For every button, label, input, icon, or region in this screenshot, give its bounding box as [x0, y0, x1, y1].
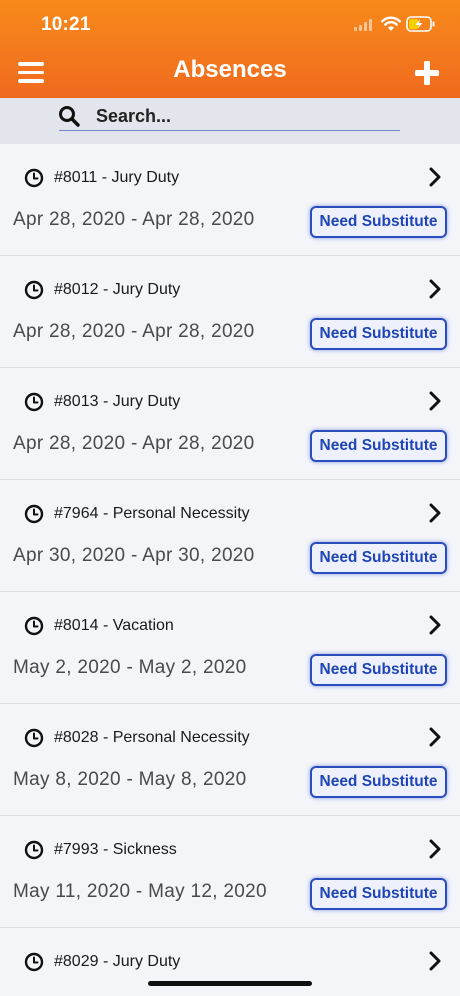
- chevron-right-icon[interactable]: [428, 503, 442, 523]
- clock-icon: [24, 280, 44, 300]
- clock-icon: [24, 392, 44, 412]
- need-substitute-badge[interactable]: Need Substitute: [310, 878, 447, 910]
- search-input[interactable]: [96, 104, 396, 128]
- clock-icon: [24, 168, 44, 188]
- absence-dates: Apr 28, 2020 - Apr 28, 2020: [13, 321, 255, 342]
- status-time: 10:21: [41, 14, 91, 35]
- absence-dates: May 2, 2020 - May 2, 2020: [13, 657, 247, 678]
- absence-dates: Apr 28, 2020 - Apr 28, 2020: [13, 209, 255, 230]
- status-bar: 10:21: [0, 0, 460, 48]
- absence-title: #8028 - Personal Necessity: [54, 729, 250, 746]
- clock-icon: [24, 616, 44, 636]
- absence-title: #8013 - Jury Duty: [54, 393, 181, 410]
- absence-title: #8011 - Jury Duty: [54, 169, 180, 186]
- search-underline: [59, 130, 400, 131]
- absence-dates: Apr 28, 2020 - Apr 28, 2020: [13, 433, 255, 454]
- cellular-signal-icon: [354, 19, 372, 31]
- chevron-right-icon[interactable]: [428, 839, 442, 859]
- page-title: Absences: [173, 56, 287, 83]
- need-substitute-badge[interactable]: Need Substitute: [310, 206, 447, 238]
- app-header: 10:21 Absences: [0, 0, 460, 98]
- absence-title: #8014 - Vacation: [54, 617, 174, 634]
- chevron-right-icon[interactable]: [428, 279, 442, 299]
- absence-row[interactable]: #7993 - Sickness May 11, 2020 - May 12, …: [0, 816, 460, 928]
- absence-title: #8012 - Jury Duty: [54, 281, 181, 298]
- chevron-right-icon[interactable]: [428, 167, 442, 187]
- need-substitute-badge[interactable]: Need Substitute: [310, 766, 447, 798]
- chevron-right-icon[interactable]: [428, 727, 442, 747]
- absence-row[interactable]: #8011 - Jury Duty Apr 28, 2020 - Apr 28,…: [0, 144, 460, 256]
- chevron-right-icon[interactable]: [428, 615, 442, 635]
- absence-title: #8029 - Jury Duty: [54, 953, 181, 970]
- need-substitute-badge[interactable]: Need Substitute: [310, 654, 447, 686]
- absence-row[interactable]: #8012 - Jury Duty Apr 28, 2020 - Apr 28,…: [0, 256, 460, 368]
- absence-row[interactable]: #8013 - Jury Duty Apr 28, 2020 - Apr 28,…: [0, 368, 460, 480]
- absence-dates: Apr 30, 2020 - Apr 30, 2020: [13, 545, 255, 566]
- absence-title: #7964 - Personal Necessity: [54, 505, 250, 522]
- absence-title: #7993 - Sickness: [54, 841, 177, 858]
- plus-icon[interactable]: [414, 60, 440, 86]
- need-substitute-badge[interactable]: Need Substitute: [310, 430, 447, 462]
- chevron-right-icon[interactable]: [428, 391, 442, 411]
- absence-row[interactable]: #8028 - Personal Necessity May 8, 2020 -…: [0, 704, 460, 816]
- clock-icon: [24, 952, 44, 972]
- clock-icon: [24, 840, 44, 860]
- battery-charging-icon: [406, 16, 435, 32]
- absence-dates: May 8, 2020 - May 8, 2020: [13, 769, 247, 790]
- need-substitute-badge[interactable]: Need Substitute: [310, 318, 447, 350]
- absence-row[interactable]: #8014 - Vacation May 2, 2020 - May 2, 20…: [0, 592, 460, 704]
- absence-row[interactable]: #7964 - Personal Necessity Apr 30, 2020 …: [0, 480, 460, 592]
- absences-list: #8011 - Jury Duty Apr 28, 2020 - Apr 28,…: [0, 144, 460, 996]
- clock-icon: [24, 728, 44, 748]
- clock-icon: [24, 504, 44, 524]
- absence-dates: May 11, 2020 - May 12, 2020: [13, 881, 267, 902]
- need-substitute-badge[interactable]: Need Substitute: [310, 542, 447, 574]
- chevron-right-icon[interactable]: [428, 951, 442, 971]
- wifi-icon: [381, 16, 401, 31]
- search-icon: [59, 106, 80, 127]
- home-indicator: [148, 981, 312, 986]
